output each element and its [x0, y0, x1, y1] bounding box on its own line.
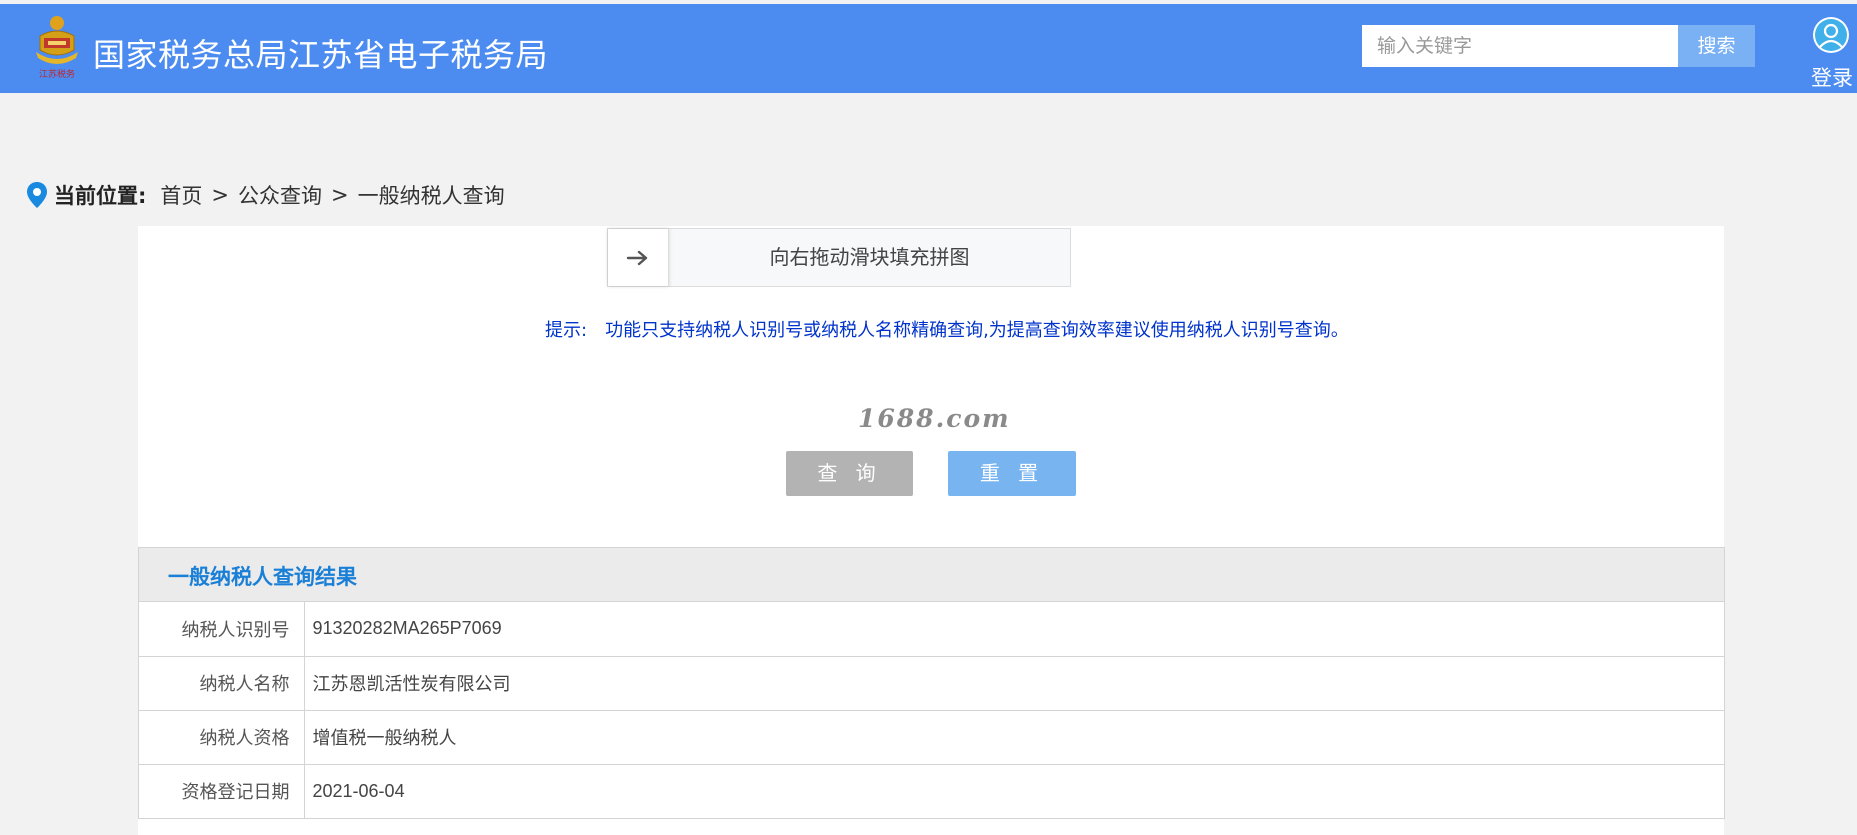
tax-emblem-logo[interactable]: 江苏税务	[30, 14, 84, 80]
login-button[interactable]: 登录	[1802, 12, 1857, 90]
breadcrumb-label: 当前位置:	[54, 184, 147, 208]
search-button[interactable]: 搜索	[1678, 25, 1755, 67]
tip-text: 功能只支持纳税人识别号或纳税人名称精确查询,为提高查询效率建议使用纳税人识别号查…	[605, 320, 1349, 341]
table-row: 纳税人资格 增值税一般纳税人	[139, 710, 1724, 765]
breadcrumb-separator: >	[331, 183, 349, 207]
breadcrumb: 当前位置: 首页 > 公众查询 > 一般纳税人查询	[26, 180, 505, 210]
login-label: 登录	[1811, 66, 1853, 90]
site-header: 江苏税务 国家税务总局江苏省电子税务局 搜索 登录	[0, 4, 1857, 93]
row-value: 江苏恩凯活性炭有限公司	[304, 656, 1724, 711]
row-value: 91320282MA265P7069	[304, 602, 1724, 657]
row-key: 纳税人名称	[139, 656, 305, 711]
breadcrumb-separator: >	[211, 183, 230, 207]
row-key: 纳税人资格	[139, 710, 305, 765]
query-button[interactable]: 查 询	[786, 451, 913, 496]
reset-button[interactable]: 重 置	[948, 451, 1076, 496]
row-key: 资格登记日期	[139, 764, 305, 819]
row-value: 增值税一般纳税人	[304, 710, 1724, 765]
table-row: 纳税人名称 江苏恩凯活性炭有限公司	[139, 656, 1724, 711]
breadcrumb-public-query[interactable]: 公众查询	[238, 180, 322, 210]
table-row: 纳税人识别号 91320282MA265P7069	[139, 602, 1724, 657]
captcha-slider[interactable]: 向右拖动滑块填充拼图	[607, 228, 1071, 287]
logo-caption: 江苏税务	[39, 68, 75, 80]
row-key: 纳税人识别号	[139, 602, 305, 657]
location-pin-icon	[27, 182, 47, 208]
result-table: 纳税人识别号 91320282MA265P7069 纳税人名称 江苏恩凯活性炭有…	[139, 602, 1724, 819]
user-icon	[1813, 17, 1849, 53]
table-row: 资格登记日期 2021-06-04	[139, 764, 1724, 819]
arrow-right-icon	[626, 250, 648, 265]
breadcrumb-home[interactable]: 首页	[160, 180, 202, 210]
slider-handle[interactable]	[608, 229, 669, 286]
row-value: 2021-06-04	[304, 764, 1724, 819]
result-section: 一般纳税人查询结果 纳税人识别号 91320282MA265P7069 纳税人名…	[138, 547, 1725, 819]
tip-label: 提示:	[545, 320, 588, 341]
site-title: 国家税务总局江苏省电子税务局	[93, 36, 549, 74]
search-input[interactable]	[1362, 25, 1678, 67]
slider-instruction: 向右拖动滑块填充拼图	[769, 245, 970, 269]
breadcrumb-current: 一般纳税人查询	[357, 184, 505, 208]
result-title: 一般纳税人查询结果	[168, 565, 357, 589]
query-tip: 提示: 功能只支持纳税人识别号或纳税人名称精确查询,为提高查询效率建议使用纳税人识…	[545, 316, 1349, 342]
watermark: 1688.com	[858, 404, 1011, 433]
result-header: 一般纳税人查询结果	[139, 548, 1724, 602]
